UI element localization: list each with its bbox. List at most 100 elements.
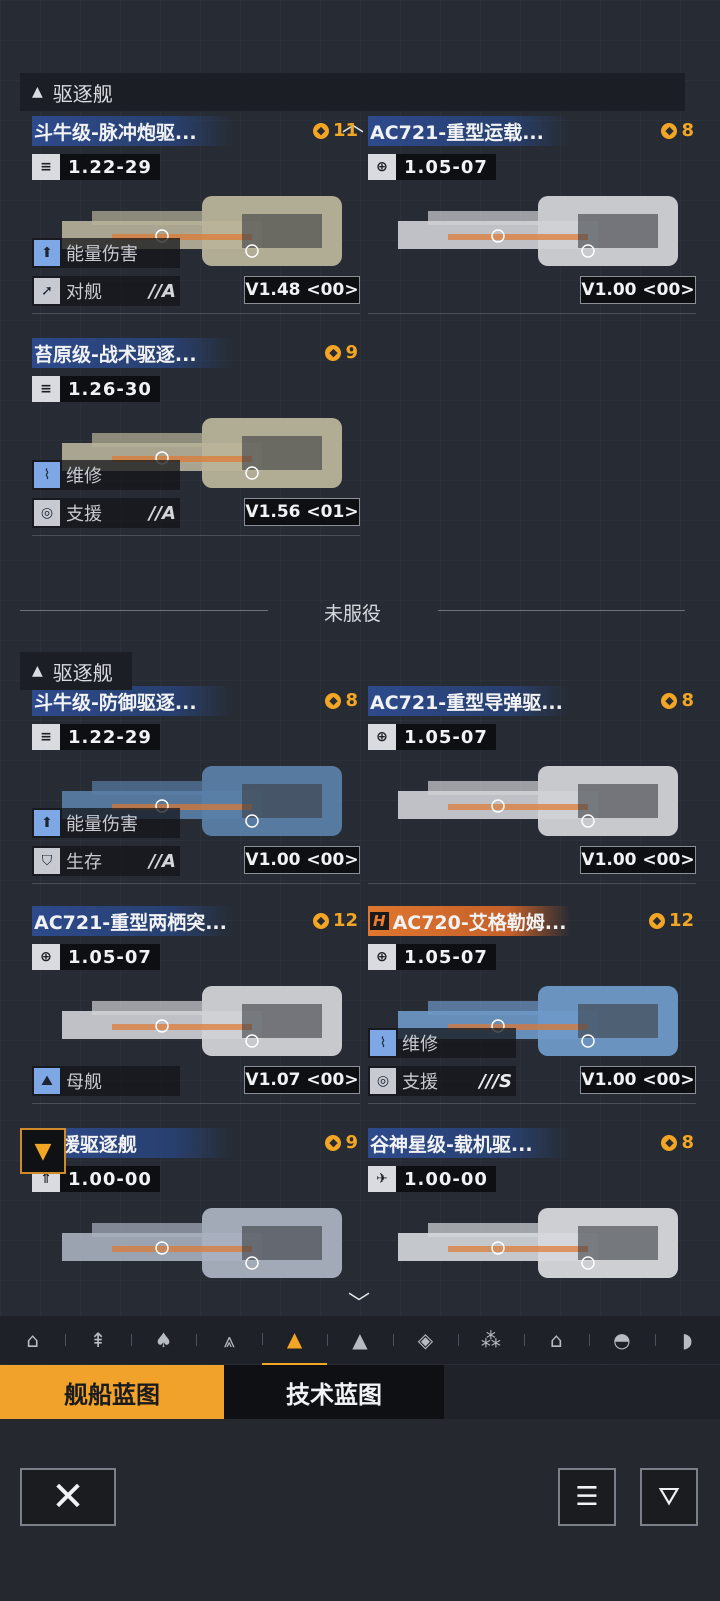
- ship-image: [388, 746, 696, 856]
- cost-value: 8: [681, 1132, 694, 1153]
- command-cost: ◆ 11: [312, 120, 358, 141]
- ship-image: [388, 1188, 696, 1298]
- card-baseline: [32, 535, 360, 536]
- survival-icon: ⛉: [34, 848, 60, 874]
- tag-label: 对舰: [66, 282, 102, 303]
- support-icon: ◎: [370, 1068, 396, 1094]
- version-badge: V1.56 <01>: [244, 498, 360, 526]
- ship-image: [388, 176, 696, 286]
- tab-ship-blueprint[interactable]: 舰船蓝图: [0, 1365, 224, 1419]
- anti-ship-icon: ➚: [34, 278, 60, 304]
- cost-value: 9: [345, 342, 358, 363]
- tag-label: 能量伤害: [66, 814, 138, 835]
- command-cost: ◆ 12: [648, 910, 694, 931]
- ship-card[interactable]: 谷神星级-载机驱... ◆ 8 ✈ 1.00-00: [368, 1128, 696, 1278]
- ship-card[interactable]: 苔原级-战术驱逐... ◆ 9 ≡ 1.26-30 ⌇ 维修 ◎ 支援//A V1.56 <01>: [32, 338, 360, 548]
- destroyer-class-icon: ▲: [32, 663, 43, 679]
- tab-8-icon[interactable]: ⁂: [458, 1316, 523, 1364]
- tab-10-icon[interactable]: ◓: [589, 1316, 654, 1364]
- ship-name: AC721-重型运载...: [370, 121, 544, 144]
- list-button[interactable]: ☰: [558, 1468, 616, 1526]
- tab-6-icon[interactable]: ▲: [327, 1316, 392, 1364]
- cost-icon: ◆: [312, 122, 329, 139]
- tag-label: 维修: [402, 1034, 438, 1055]
- command-cost: ◆ 12: [312, 910, 358, 931]
- tab-2-icon[interactable]: ⇞: [65, 1316, 130, 1364]
- tab-9-icon[interactable]: ⌂: [523, 1316, 589, 1364]
- ship-card[interactable]: 斗牛级-脉冲炮驱... ◆ 11 ≡ 1.22-29 ⬆ 能量伤害 ➚ 对舰//A V1.48 <…: [32, 116, 360, 326]
- tag-grade: //A: [148, 850, 176, 872]
- tag-label: 支援: [66, 504, 102, 525]
- ship-tag: ◎ 支援 ///S: [368, 1066, 516, 1096]
- version-badge: V1.00 <00>: [580, 846, 696, 874]
- card-title-bar: AC721-重型两栖突...: [32, 906, 234, 936]
- section-header-destroyer-inactive[interactable]: ▲ 驱逐舰: [20, 652, 132, 690]
- version-badge: V1.00 <00>: [244, 846, 360, 874]
- command-cost: ◆ 9: [325, 1132, 358, 1153]
- filter-icon: ⛛: [658, 1481, 680, 1512]
- tag-grade: ///S: [479, 1070, 512, 1092]
- tag-label: 母舰: [66, 1072, 102, 1093]
- ship-card[interactable]: AC721-重型两栖突... ◆ 12 ⊕ 1.05-07 ⛰ 母舰 V1.07 <00>: [32, 906, 360, 1116]
- card-title-bar: 斗牛级-防御驱逐...: [32, 686, 234, 716]
- chevron-down-icon[interactable]: ﹀: [348, 1286, 370, 1318]
- card-baseline: [368, 1103, 696, 1104]
- section-label: 驱逐舰: [52, 81, 113, 106]
- close-button[interactable]: ✕: [20, 1468, 116, 1526]
- floating-menu-button[interactable]: ▼: [20, 1128, 66, 1174]
- cost-icon: ◆: [325, 692, 342, 709]
- cost-icon: ◆: [661, 122, 678, 139]
- cost-icon: ◆: [325, 1134, 342, 1151]
- ship-name: AC721-重型导弹驱...: [370, 691, 563, 714]
- ship-card[interactable]: -支援驱逐舰 ◆ 9 ⇑ 1.00-00: [32, 1128, 360, 1278]
- cost-value: 11: [332, 120, 358, 141]
- close-icon: ✕: [51, 1474, 85, 1520]
- tab-3-icon[interactable]: ♠: [130, 1316, 196, 1364]
- command-cost: ◆ 8: [661, 1132, 694, 1153]
- tab-destroyer-icon[interactable]: ▲: [261, 1315, 328, 1365]
- tab-7-icon[interactable]: ◈: [392, 1316, 458, 1364]
- cost-value: 8: [345, 690, 358, 711]
- cost-value: 8: [681, 120, 694, 141]
- tab-4-icon[interactable]: ⩓: [196, 1316, 261, 1364]
- section-label: 驱逐舰: [52, 660, 113, 685]
- ship-tag: ◎ 支援 //A: [32, 498, 180, 528]
- clipboard-icon: ☰: [575, 1482, 599, 1512]
- cost-value: 8: [681, 690, 694, 711]
- divider-label: 未服役: [323, 603, 381, 625]
- version-badge: V1.00 <00>: [580, 1066, 696, 1094]
- version-badge: V1.48 <00>: [244, 276, 360, 304]
- tab-filler: [444, 1365, 720, 1419]
- ship-tag: ⛰ 母舰: [32, 1066, 180, 1096]
- ship-tag: ⬆ 能量伤害: [32, 238, 180, 268]
- ship-name: 斗牛级-脉冲炮驱...: [34, 121, 197, 144]
- command-cost: ◆ 8: [661, 120, 694, 141]
- tag-grade: //A: [148, 280, 176, 302]
- ship-image: [388, 966, 696, 1076]
- filter-button[interactable]: ⛛: [640, 1468, 698, 1526]
- inactive-divider: 未服役: [20, 600, 685, 625]
- tab-tech-blueprint[interactable]: 技术蓝图: [224, 1365, 444, 1419]
- ship-image: [52, 176, 360, 286]
- cost-value: 9: [345, 1132, 358, 1153]
- tag-label: 支援: [402, 1072, 438, 1093]
- ship-tag: ⛉ 生存 //A: [32, 846, 180, 876]
- ship-name: 苔原级-战术驱逐...: [34, 343, 197, 366]
- support-icon: ◎: [34, 500, 60, 526]
- ship-card[interactable]: AC721-重型运载... ◆ 8 ⊕ 1.05-07 V1.00 <00>: [368, 116, 696, 326]
- repair-icon: ⌇: [34, 462, 60, 488]
- cost-value: 12: [668, 910, 694, 931]
- tab-11-icon[interactable]: ◗: [654, 1316, 720, 1364]
- card-title-bar: 苔原级-战术驱逐...: [32, 338, 234, 368]
- ship-card[interactable]: 斗牛级-防御驱逐... ◆ 8 ≡ 1.22-29 ⬆ 能量伤害 ⛉ 生存//A V1.00 <0…: [32, 686, 360, 896]
- command-cost: ◆ 8: [325, 690, 358, 711]
- cost-value: 12: [332, 910, 358, 931]
- ship-name: AC720-艾格勒姆...: [392, 911, 567, 934]
- cost-icon: ◆: [661, 692, 678, 709]
- ship-card[interactable]: AC721-重型导弹驱... ◆ 8 ⊕ 1.05-07 V1.00 <00>: [368, 686, 696, 896]
- command-cost: ◆ 8: [661, 690, 694, 711]
- tab-1-icon[interactable]: ⌂: [0, 1316, 65, 1364]
- ship-card[interactable]: H AC720-艾格勒姆... ◆ 12 ⊕ 1.05-07 ⌇ 维修 ◎ 支援///S V1.00…: [368, 906, 696, 1116]
- ship-image: [52, 966, 360, 1076]
- ship-tag: ➚ 对舰 //A: [32, 276, 180, 306]
